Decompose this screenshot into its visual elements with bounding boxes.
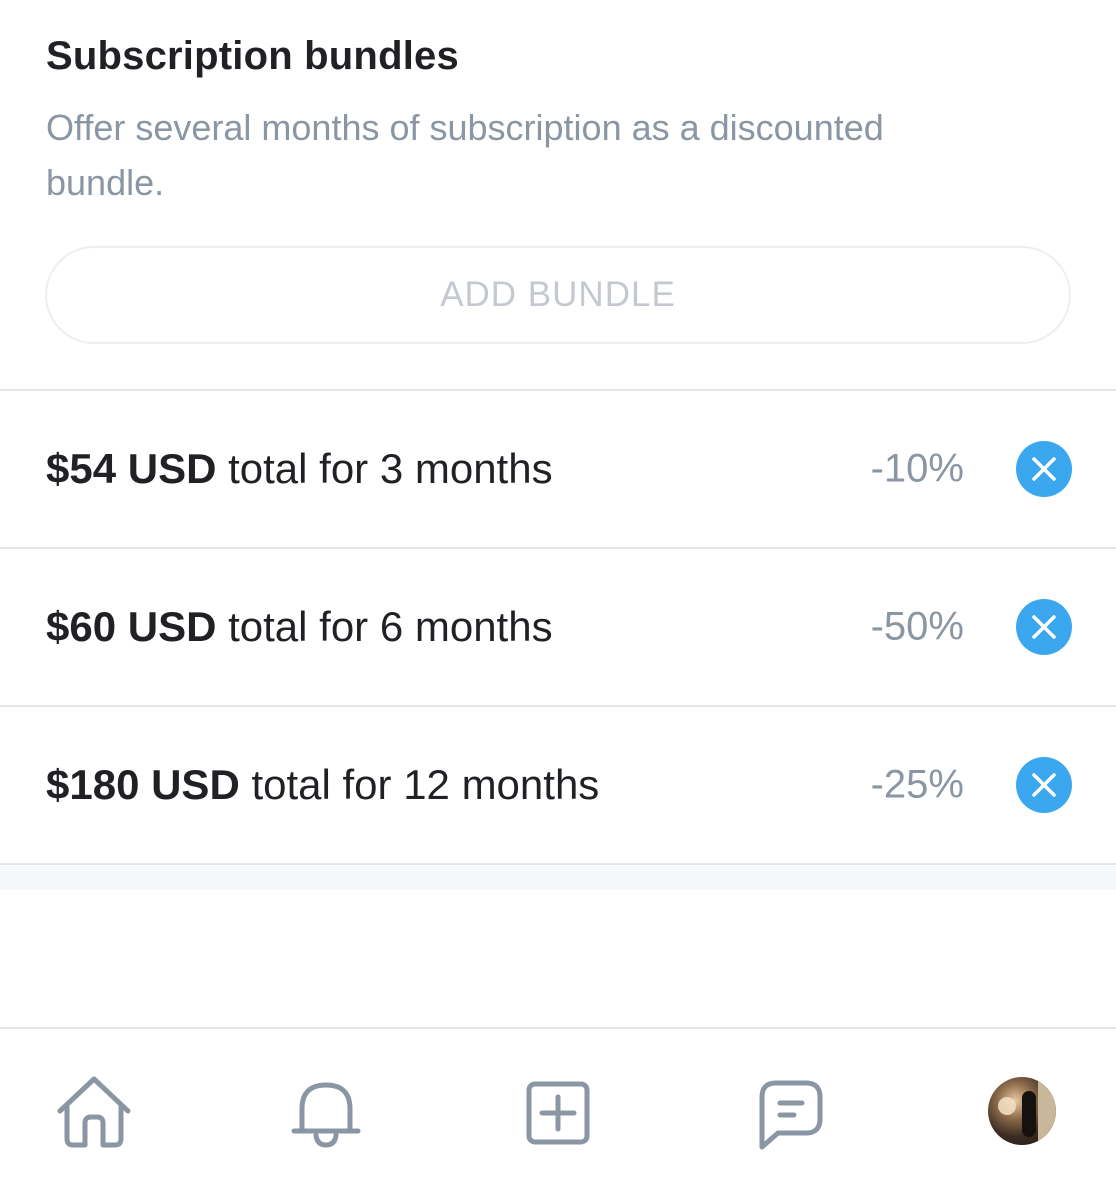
- nav-add-post[interactable]: [518, 1073, 598, 1153]
- avatar[interactable]: [988, 1077, 1056, 1145]
- bundle-summary: $180 USD total for 12 months: [46, 761, 599, 809]
- bell-icon: [291, 1082, 361, 1148]
- home-icon: [57, 1076, 131, 1148]
- section-title: Subscription bundles: [46, 34, 459, 78]
- bundle-discount: -50%: [870, 604, 964, 649]
- bottom-nav: [0, 1027, 1116, 1200]
- section-description: Offer several months of subscription as …: [46, 107, 884, 203]
- section-divider: [0, 866, 1116, 890]
- section-header: Subscription bundles Offer several month…: [46, 30, 1070, 210]
- subscription-settings-page: Subscription bundles Offer several month…: [0, 0, 1116, 1200]
- bundle-summary: $60 USD total for 6 months: [46, 603, 553, 651]
- bundle-duration: total for 3 months: [216, 445, 553, 492]
- nav-messages[interactable]: [750, 1073, 830, 1153]
- close-icon: [1032, 457, 1056, 481]
- bundle-row: $180 USD total for 12 months -25%: [0, 707, 1116, 865]
- messages-icon: [759, 1080, 823, 1150]
- bundle-summary: $54 USD total for 3 months: [46, 445, 553, 493]
- remove-bundle-button[interactable]: [1016, 441, 1072, 497]
- bundle-row: $54 USD total for 3 months -10%: [0, 391, 1116, 549]
- close-icon: [1032, 773, 1056, 797]
- bundle-price: $54 USD: [46, 445, 217, 492]
- bundle-price: $60 USD: [46, 603, 217, 650]
- bundle-list: $54 USD total for 3 months -10% $60 USD …: [0, 389, 1116, 865]
- add-bundle-button[interactable]: ADD BUNDLE: [45, 246, 1071, 344]
- remove-bundle-button[interactable]: [1016, 757, 1072, 813]
- nav-notifications[interactable]: [286, 1073, 366, 1153]
- add-post-icon: [526, 1081, 590, 1145]
- bundle-price: $180 USD: [46, 761, 240, 808]
- bundle-discount: -10%: [870, 446, 964, 491]
- bundle-duration: total for 12 months: [239, 761, 600, 808]
- remove-bundle-button[interactable]: [1016, 599, 1072, 655]
- nav-home[interactable]: [54, 1073, 134, 1153]
- bundle-row: $60 USD total for 6 months -50%: [0, 549, 1116, 707]
- bundle-duration: total for 6 months: [216, 603, 553, 650]
- bundle-discount: -25%: [870, 762, 964, 807]
- close-icon: [1032, 615, 1056, 639]
